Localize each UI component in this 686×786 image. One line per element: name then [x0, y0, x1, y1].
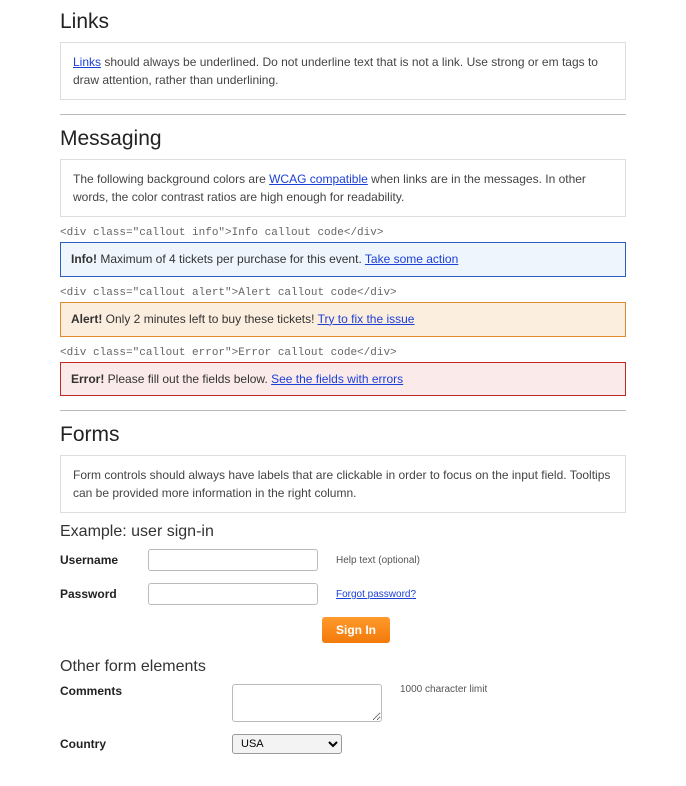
- username-input[interactable]: [148, 549, 318, 571]
- password-label[interactable]: Password: [60, 587, 148, 601]
- messaging-description-box: The following background colors are WCAG…: [60, 159, 626, 217]
- password-input[interactable]: [148, 583, 318, 605]
- error-text: Please fill out the fields below.: [104, 372, 271, 386]
- error-code-label: <div class="callout error">Error callout…: [60, 347, 626, 359]
- country-row: Country USA: [60, 734, 626, 754]
- alert-code-label: <div class="callout alert">Alert callout…: [60, 287, 626, 299]
- alert-text: Only 2 minutes left to buy these tickets…: [102, 312, 317, 326]
- signin-row: Sign In: [60, 617, 626, 643]
- username-label[interactable]: Username: [60, 553, 148, 567]
- messaging-desc-pre: The following background colors are: [73, 172, 269, 186]
- info-lead: Info!: [71, 252, 97, 266]
- password-row: Password Forgot password?: [60, 583, 626, 605]
- messaging-heading: Messaging: [60, 127, 626, 151]
- username-row: Username Help text (optional): [60, 549, 626, 571]
- example-subheading: Example: user sign-in: [60, 523, 626, 541]
- alert-lead: Alert!: [71, 312, 102, 326]
- links-heading: Links: [60, 10, 626, 34]
- links-inline-link[interactable]: Links: [73, 55, 101, 69]
- error-action-link[interactable]: See the fields with errors: [271, 372, 403, 386]
- forms-heading: Forms: [60, 423, 626, 447]
- info-code-label: <div class="callout info">Info callout c…: [60, 227, 626, 239]
- comments-help-text: 1000 character limit: [400, 684, 487, 695]
- info-action-link[interactable]: Take some action: [365, 252, 458, 266]
- sign-in-button[interactable]: Sign In: [322, 617, 390, 643]
- comments-textarea[interactable]: [232, 684, 382, 722]
- links-desc-text: should always be underlined. Do not unde…: [73, 55, 598, 87]
- forgot-password-link[interactable]: Forgot password?: [336, 589, 416, 600]
- info-callout: Info! Maximum of 4 tickets per purchase …: [60, 242, 626, 277]
- country-label[interactable]: Country: [60, 737, 232, 751]
- comments-label[interactable]: Comments: [60, 684, 232, 698]
- wcag-link[interactable]: WCAG compatible: [269, 172, 368, 186]
- section-divider: [60, 114, 626, 115]
- username-help-text: Help text (optional): [336, 555, 420, 566]
- error-callout: Error! Please fill out the fields below.…: [60, 362, 626, 397]
- comments-row: Comments 1000 character limit: [60, 684, 626, 722]
- alert-action-link[interactable]: Try to fix the issue: [318, 312, 415, 326]
- country-select[interactable]: USA: [232, 734, 342, 754]
- other-elements-subheading: Other form elements: [60, 658, 626, 676]
- section-divider: [60, 410, 626, 411]
- info-text: Maximum of 4 tickets per purchase for th…: [97, 252, 365, 266]
- links-description-box: Links should always be underlined. Do no…: [60, 42, 626, 100]
- error-lead: Error!: [71, 372, 104, 386]
- alert-callout: Alert! Only 2 minutes left to buy these …: [60, 302, 626, 337]
- forms-description-box: Form controls should always have labels …: [60, 455, 626, 513]
